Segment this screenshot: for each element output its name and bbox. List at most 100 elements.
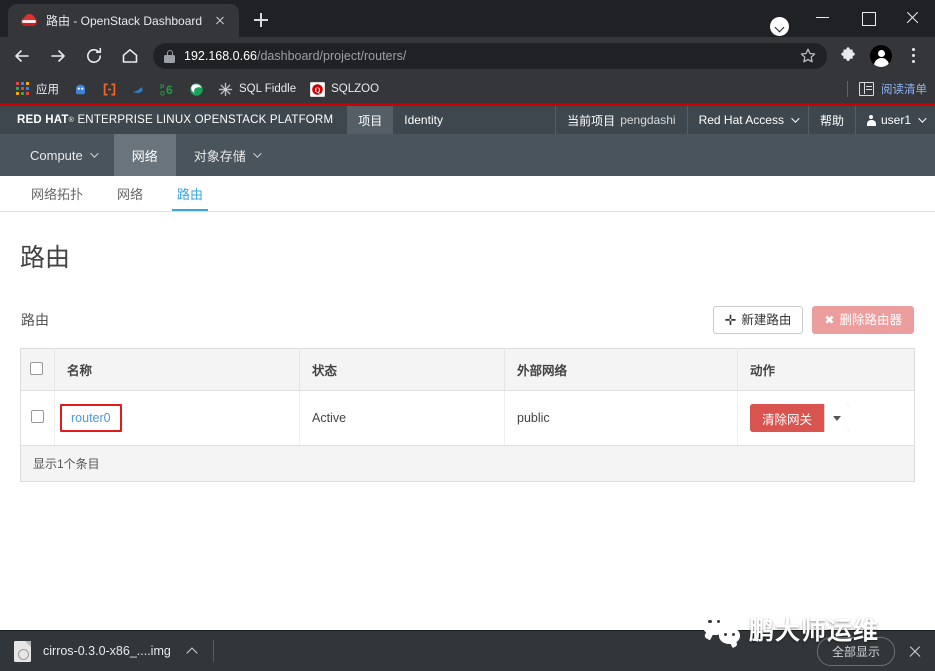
tab-title: 路由 - OpenStack Dashboard [46, 14, 203, 28]
orange-brackets-icon [102, 82, 117, 97]
maximize-button[interactable] [845, 0, 890, 33]
window-controls [800, 0, 935, 33]
brand-redhat: RED HAT [17, 114, 69, 126]
table-row: router0 Active public 清除网关 [20, 390, 915, 446]
divider [212, 640, 214, 662]
redhat-access-menu[interactable]: Red Hat Access [686, 106, 808, 134]
bookmark-orange-brackets[interactable] [95, 78, 124, 100]
sub-nav-item-compute[interactable]: Compute [12, 134, 114, 176]
reading-list-label[interactable]: 阅读清单 [881, 81, 927, 97]
lock-icon [164, 49, 175, 63]
bookmark-blue-dolphin[interactable] [124, 78, 153, 100]
openstack-header: RED HAT ® ENTERPRISE LINUX OPENSTACK PLAT… [0, 106, 935, 134]
select-all-header [20, 348, 55, 391]
tab-label: 网络 [117, 187, 144, 202]
chevron-down-icon [791, 114, 800, 123]
bookmarks-bar-right: 阅读清单 [847, 75, 927, 103]
router-action-group: 清除网关 [750, 404, 850, 432]
bookmark-sql-fiddle[interactable]: SQL Fiddle [211, 78, 303, 100]
brand-registered: ® [68, 116, 75, 124]
close-download-shelf-button[interactable] [905, 641, 925, 661]
table-footer-count: 显示1个条目 [20, 446, 915, 482]
select-all-checkbox[interactable] [30, 361, 43, 375]
current-project-label: 当前项目 [567, 113, 616, 128]
help-link[interactable]: 帮助 [807, 106, 855, 134]
row-select-cell [20, 390, 55, 446]
router-name-cell: router0 [54, 390, 300, 446]
svg-text:6: 6 [166, 83, 173, 97]
sub-nav-item-network[interactable]: 网络 [113, 134, 176, 176]
url-path: /dashboard/project/routers/ [257, 49, 407, 63]
table-header-row: 名称 状态 外部网络 动作 [20, 348, 915, 391]
actions-dropdown-toggle[interactable] [824, 404, 850, 432]
create-router-button[interactable]: ✛ 新建路由 [712, 306, 804, 334]
forward-arrow-icon[interactable] [43, 41, 73, 71]
window-close-button[interactable] [890, 0, 935, 33]
download-item[interactable]: cirros-0.3.0-x86_....img [14, 640, 213, 662]
help-label: 帮助 [819, 113, 844, 128]
reading-list-icon[interactable] [859, 82, 874, 96]
bookmarks-bar: 应用 PO6 SQL Fiddle Q SQLZOO 阅读清单 [0, 75, 935, 103]
tab-networks[interactable]: 网络 [100, 176, 160, 211]
sub-nav-item-object-storage[interactable]: 对象存储 [176, 134, 277, 176]
page-content: 路由 路由 ✛ 新建路由 ✖ 删除路由器 名称 状态 外部网络 动作 route… [0, 212, 935, 630]
chevron-down-icon[interactable] [770, 17, 789, 36]
title-bar: 路由 - OpenStack Dashboard [0, 0, 935, 37]
routers-table: 名称 状态 外部网络 动作 router0 Active public 清除网关 [20, 348, 915, 446]
puzzle-icon[interactable] [835, 42, 863, 70]
bookmark-blue-robot[interactable] [66, 78, 95, 100]
column-header-status[interactable]: 状态 [299, 348, 505, 391]
column-header-actions: 动作 [737, 348, 915, 391]
column-header-external-network[interactable]: 外部网络 [504, 348, 738, 391]
back-arrow-icon[interactable] [7, 41, 37, 71]
tab-strip: 路由 - OpenStack Dashboard [0, 4, 275, 37]
sub-nav-label: 对象存储 [193, 148, 246, 164]
clear-gateway-button[interactable]: 清除网关 [750, 404, 825, 432]
green-browser-icon [189, 82, 204, 97]
panel-title: 路由 [21, 312, 49, 328]
star-icon[interactable] [795, 43, 821, 69]
page-viewport: RED HAT ® ENTERPRISE LINUX OPENSTACK PLAT… [0, 103, 935, 630]
column-header-name[interactable]: 名称 [54, 348, 300, 391]
top-nav-item-project[interactable]: 项目 [347, 106, 394, 134]
panel-actions: ✛ 新建路由 ✖ 删除路由器 [712, 306, 914, 334]
openstack-top-nav: 项目 Identity [347, 106, 454, 134]
openstack-sub-nav: Compute 网络 对象存储 [0, 134, 935, 176]
chevron-up-icon[interactable] [183, 642, 201, 660]
panel-header: 路由 ✛ 新建路由 ✖ 删除路由器 [20, 306, 915, 334]
close-icon[interactable] [211, 12, 229, 30]
download-shelf: cirros-0.3.0-x86_....img 全部显示 [0, 630, 935, 671]
user-menu[interactable]: user1 [854, 106, 935, 134]
show-all-downloads-button[interactable]: 全部显示 [816, 636, 895, 666]
bookmark-label: SQLZOO [331, 83, 380, 95]
bookmark-green-browser[interactable] [182, 78, 211, 100]
sqlzoo-icon: Q [310, 81, 326, 97]
new-tab-button[interactable] [247, 6, 275, 34]
router-external-network-cell: public [504, 390, 738, 446]
address-bar[interactable]: 192.168.0.66/dashboard/project/routers/ [153, 43, 827, 69]
row-checkbox[interactable] [31, 410, 44, 423]
browser-tab[interactable]: 路由 - OpenStack Dashboard [8, 4, 240, 37]
tab-routers[interactable]: 路由 [160, 176, 220, 211]
x-icon: ✖ [824, 313, 835, 327]
url-host: 192.168.0.66 [184, 49, 257, 63]
reload-icon[interactable] [79, 41, 109, 71]
annotation-highlight-box: router0 [60, 404, 122, 432]
bookmark-sqlzoo[interactable]: Q SQLZOO [303, 78, 386, 100]
bookmark-apps[interactable]: 应用 [9, 78, 66, 100]
router-name-link[interactable]: router0 [71, 411, 111, 425]
bookmark-poc6[interactable]: PO6 [153, 78, 182, 100]
chevron-down-icon [252, 149, 262, 158]
delete-router-button[interactable]: ✖ 删除路由器 [812, 306, 914, 334]
caret-down-icon [833, 415, 842, 421]
top-nav-item-identity[interactable]: Identity [393, 106, 454, 134]
tab-network-topology[interactable]: 网络拓扑 [14, 176, 100, 211]
bookmark-label: 应用 [36, 84, 59, 96]
redhat-access-label: Red Hat Access [698, 113, 784, 127]
avatar-icon[interactable] [867, 42, 895, 70]
home-icon[interactable] [115, 41, 145, 71]
file-icon [14, 640, 31, 662]
minimize-button[interactable] [800, 0, 845, 33]
three-dots-menu-icon[interactable] [899, 42, 927, 70]
sub-nav-label: 网络 [131, 148, 158, 164]
